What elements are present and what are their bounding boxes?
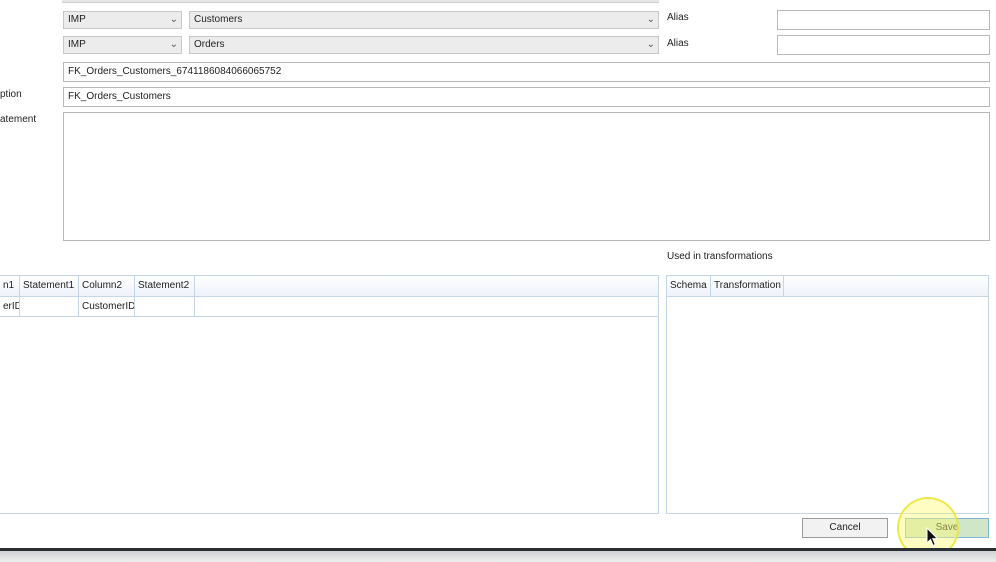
parent-alias-label: Alias — [667, 12, 689, 23]
cancel-button[interactable]: Cancel — [802, 518, 888, 538]
column-header[interactable]: Transformation — [711, 276, 784, 296]
chevron-down-icon: ⌄ — [646, 39, 655, 50]
child-schema-value: IMP — [68, 39, 86, 50]
chevron-down-icon: ⌄ — [169, 14, 178, 25]
table-cell[interactable]: erID — [0, 297, 20, 316]
column-header[interactable]: n1 — [0, 276, 20, 296]
table-cell[interactable]: CustomerID — [79, 297, 135, 316]
parent-schema-select[interactable]: IMP ⌄ — [63, 11, 182, 29]
statement-textarea[interactable] — [63, 112, 990, 241]
child-schema-select[interactable]: IMP ⌄ — [63, 36, 182, 54]
columns-grid-header: n1 Statement1 Column2 Statement2 — [0, 276, 658, 297]
window-bottom-shadow — [0, 551, 996, 562]
child-table-select[interactable]: Orders ⌄ — [189, 36, 659, 54]
top-field-edge — [62, 0, 659, 3]
parent-schema-value: IMP — [68, 14, 86, 25]
column-header[interactable]: Statement2 — [135, 276, 195, 296]
parent-table-select[interactable]: Customers ⌄ — [189, 11, 659, 29]
column-header[interactable]: Schema — [667, 276, 711, 296]
table-row[interactable]: erID CustomerID — [0, 297, 658, 317]
transformations-title: Used in transformations — [667, 251, 773, 262]
relation-name-input[interactable]: FK_Orders_Customers_6741186084066065752 — [63, 62, 990, 82]
columns-grid[interactable]: n1 Statement1 Column2 Statement2 erID Cu… — [0, 275, 659, 514]
column-header[interactable]: Column2 — [79, 276, 135, 296]
table-cell[interactable] — [135, 297, 195, 316]
child-table-value: Orders — [194, 39, 225, 50]
transformations-grid-header: Schema Transformation — [667, 276, 988, 297]
relation-editor-window: IMP ⌄ Customers ⌄ Alias IMP ⌄ Orders ⌄ A… — [0, 0, 996, 562]
child-alias-input[interactable] — [777, 35, 990, 55]
caption-label: ption — [0, 89, 22, 100]
column-header[interactable]: Statement1 — [20, 276, 79, 296]
child-alias-label: Alias — [667, 38, 689, 49]
chevron-down-icon: ⌄ — [646, 14, 655, 25]
chevron-down-icon: ⌄ — [169, 39, 178, 50]
statement-label: atement — [0, 114, 37, 125]
transformations-grid[interactable]: Schema Transformation — [666, 275, 989, 514]
caption-input[interactable]: FK_Orders_Customers — [63, 87, 990, 107]
save-button[interactable]: Save — [905, 518, 989, 538]
table-cell[interactable] — [20, 297, 79, 316]
parent-alias-input[interactable] — [777, 10, 990, 30]
parent-table-value: Customers — [194, 14, 243, 25]
